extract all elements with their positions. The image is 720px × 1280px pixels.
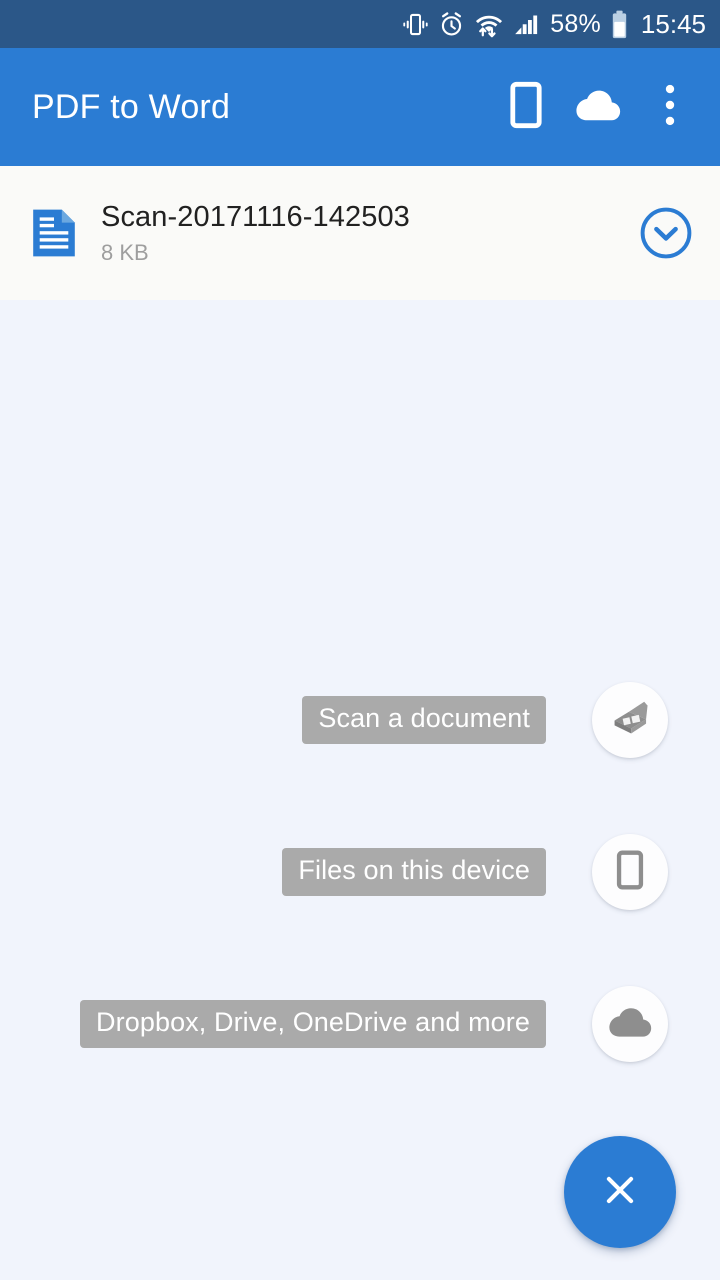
speed-dial-menu: Scan a document Files on this device Dro… (0, 0, 720, 1280)
speed-dial-button-cloud[interactable] (592, 986, 668, 1062)
speed-dial-button-device[interactable] (592, 834, 668, 910)
phone-icon (616, 849, 644, 896)
scanner-icon (609, 697, 651, 744)
cloud-icon (608, 1006, 652, 1043)
speed-dial-button-scan[interactable] (592, 682, 668, 758)
speed-dial-action-cloud[interactable]: Dropbox, Drive, OneDrive and more (80, 986, 668, 1062)
close-icon (601, 1171, 639, 1214)
speed-dial-label-device[interactable]: Files on this device (282, 848, 546, 896)
speed-dial-label-scan[interactable]: Scan a document (302, 696, 546, 744)
speed-dial-action-scan[interactable]: Scan a document (302, 682, 668, 758)
speed-dial-label-cloud[interactable]: Dropbox, Drive, OneDrive and more (80, 1000, 546, 1048)
speed-dial-fab[interactable] (564, 1136, 676, 1248)
app-screen: 58% 15:45 PDF to Word Scan-20171116-1425… (0, 0, 720, 1280)
speed-dial-action-device[interactable]: Files on this device (282, 834, 668, 910)
